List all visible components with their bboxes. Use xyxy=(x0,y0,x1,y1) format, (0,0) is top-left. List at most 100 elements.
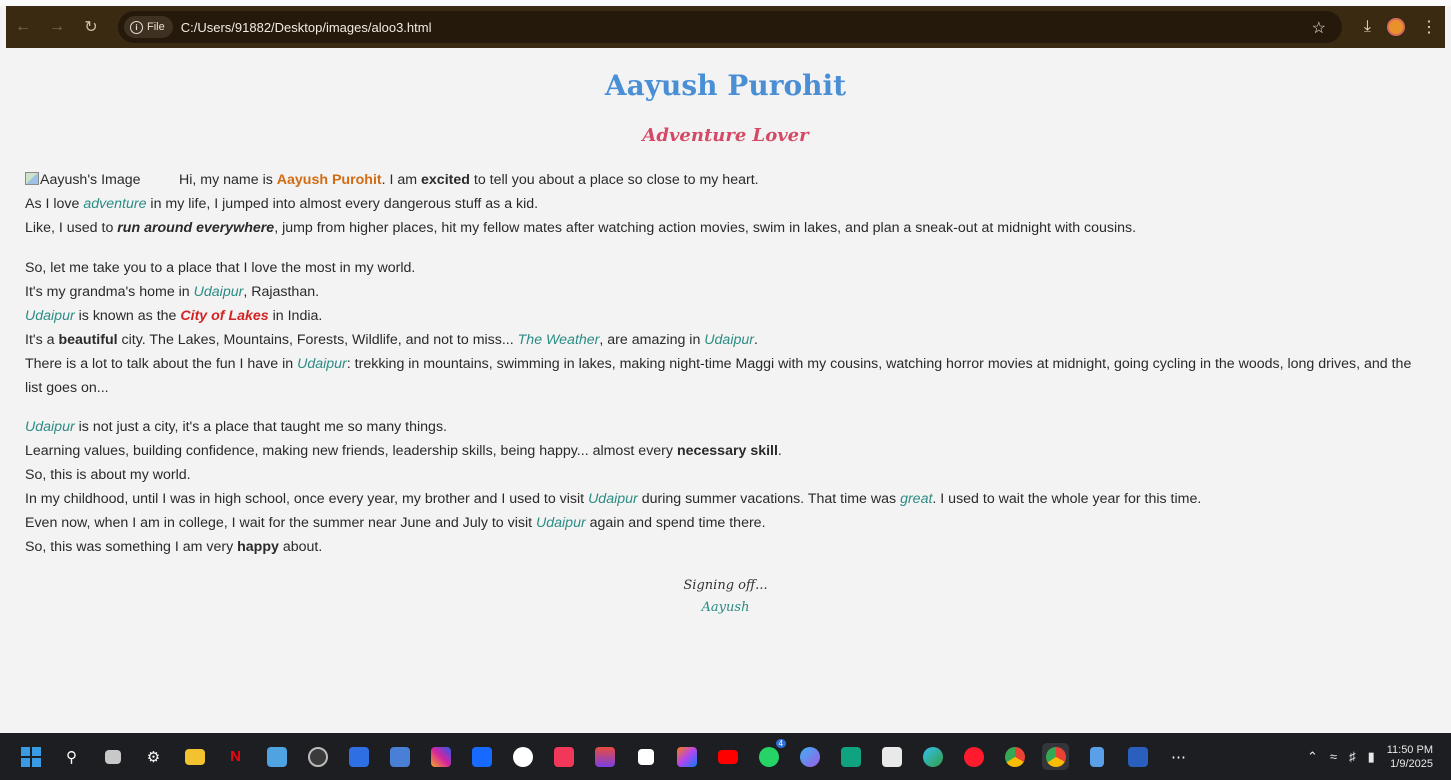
text-span: Even now, when I am in college, I wait f… xyxy=(25,515,536,531)
bold-excited: excited xyxy=(421,172,470,188)
battery-icon[interactable]: ▮ xyxy=(1368,749,1375,765)
text-span: , Rajasthan. xyxy=(243,284,320,300)
text-span: in my life, I jumped into almost every d… xyxy=(146,196,539,212)
system-tray: ⌃ ≈ ♯ ▮ 11:50 PM 1/9/2025 xyxy=(1307,733,1433,780)
page-title: Aayush Purohit xyxy=(604,69,847,102)
text-span: is not just a city, it's a place that ta… xyxy=(74,419,447,435)
udaipur-highlight: Udaipur xyxy=(297,356,347,372)
image-alt-text: Aayush's Image xyxy=(40,172,141,188)
back-icon[interactable]: ← xyxy=(6,6,40,48)
intellij-icon[interactable] xyxy=(673,743,700,770)
chrome-browser-icon[interactable] xyxy=(1001,743,1028,770)
vscode-app-icon[interactable] xyxy=(345,743,372,770)
udaipur-paragraph: So, let me take you to a place that I lo… xyxy=(25,256,1431,400)
broken-image-icon xyxy=(25,172,39,185)
netflix-icon[interactable]: N xyxy=(222,743,249,770)
browser-toolbar: ← → ↻ i File C:/Users/91882/Desktop/imag… xyxy=(6,6,1445,48)
weather-highlight: The Weather xyxy=(517,332,600,348)
download-icon[interactable]: ⤓ xyxy=(1364,18,1371,36)
start-windows-icon[interactable] xyxy=(17,743,44,770)
udaipur-highlight: Udaipur xyxy=(193,284,244,300)
text-span: . I used to wait the whole year for this… xyxy=(932,491,1202,507)
whatsapp-badge: 4 xyxy=(775,739,786,748)
obs-app-icon[interactable] xyxy=(304,743,331,770)
profile-image-broken: Aayush's Image xyxy=(25,168,179,192)
clock[interactable]: 11:50 PM 1/9/2025 xyxy=(1387,743,1433,771)
media-player-icon[interactable] xyxy=(591,743,618,770)
menu-kebab-icon[interactable]: ⋮ xyxy=(1421,17,1437,37)
profile-avatar-icon[interactable] xyxy=(1387,18,1405,36)
text-span: Hi, my name is xyxy=(179,172,277,188)
taskbar-app-icons: ⚲ ⚙ N 4 ⋯ xyxy=(17,739,1192,770)
text-span: So, this was something I am very xyxy=(25,539,238,555)
more-apps-icon[interactable]: ⋯ xyxy=(1165,743,1192,770)
text-span: city. The Lakes, Mountains, Forests, Wil… xyxy=(117,332,518,348)
settings-gear-icon[interactable]: ⚙ xyxy=(140,743,167,770)
youtube-icon[interactable] xyxy=(714,743,741,770)
windows-taskbar: ⚲ ⚙ N 4 ⋯ ⌃ ≈ ♯ ▮ 11:50 PM 1/9/2025 xyxy=(0,733,1451,780)
music-app-icon[interactable] xyxy=(550,743,577,770)
cinema-app-icon[interactable] xyxy=(632,743,659,770)
photos-app-icon[interactable] xyxy=(263,743,290,770)
text-span: It's my grandma's home in xyxy=(25,284,194,300)
intro-paragraph: Aayush's Image Hi, my name is Aayush Puro… xyxy=(25,168,1431,240)
copilot-icon[interactable] xyxy=(796,743,823,770)
page-subtitle: Adventure Lover xyxy=(642,125,809,146)
text-span: So, let me take you to a place that I lo… xyxy=(25,260,416,276)
file-explorer-icon[interactable] xyxy=(181,743,208,770)
clock-date: 1/9/2025 xyxy=(1390,757,1433,770)
notepad-icon[interactable] xyxy=(1083,743,1110,770)
opera-browser-icon[interactable] xyxy=(960,743,987,770)
edge-browser-icon[interactable] xyxy=(919,743,946,770)
wifi-icon[interactable]: ≈ xyxy=(1330,749,1337,764)
udemy-icon[interactable] xyxy=(509,743,536,770)
udaipur-highlight: Udaipur xyxy=(536,515,586,531)
signoff-line: Signing off... xyxy=(683,578,768,593)
volume-muted-icon[interactable]: ♯ xyxy=(1349,749,1356,764)
text-span: As I love xyxy=(25,196,84,212)
forward-icon[interactable]: → xyxy=(40,6,74,48)
toolbar-right-icons: ⤓ ⋮ xyxy=(1364,6,1437,48)
site-info-chip[interactable]: i File xyxy=(124,16,173,38)
url-text[interactable]: C:/Users/91882/Desktop/images/aloo3.html xyxy=(181,20,432,35)
bold-run-around: run around everywhere xyxy=(117,220,275,236)
word-app-icon[interactable] xyxy=(1124,743,1151,770)
chrome-profile-active-icon[interactable] xyxy=(1042,743,1069,770)
instagram-icon[interactable] xyxy=(427,743,454,770)
search-icon[interactable]: ⚲ xyxy=(58,743,85,770)
paint-app-icon[interactable] xyxy=(878,743,905,770)
udaipur-highlight: Udaipur xyxy=(25,419,75,435)
behance-icon[interactable] xyxy=(468,743,495,770)
text-span: to tell you about a place so close to my… xyxy=(469,172,759,188)
info-icon: i xyxy=(130,20,143,34)
text-span: during summer vacations. That time was xyxy=(637,491,901,507)
text-span: It's a xyxy=(25,332,59,348)
italic-adventure: adventure xyxy=(83,196,147,212)
lessons-paragraph: Udaipur is not just a city, it's a place… xyxy=(25,415,1431,559)
calculator-app-icon[interactable] xyxy=(386,743,413,770)
text-span: . I am xyxy=(381,172,422,188)
whatsapp-icon[interactable]: 4 xyxy=(755,739,786,770)
signoff-name: Aayush xyxy=(701,600,750,615)
great-highlight: great xyxy=(900,491,933,507)
bookmark-star-icon[interactable]: ☆ xyxy=(1312,18,1326,38)
page-content: Aayush Purohit Adventure Lover Aayush's … xyxy=(25,49,1431,733)
text-span: In my childhood, until I was in high sch… xyxy=(25,491,589,507)
address-bar[interactable]: i File C:/Users/91882/Desktop/images/alo… xyxy=(118,11,1342,43)
reload-icon[interactable]: ↻ xyxy=(74,6,108,48)
text-span: So, this is about my world. xyxy=(25,467,191,483)
text-span: There is a lot to talk about the fun I h… xyxy=(25,356,298,372)
text-span: is known as the xyxy=(74,308,181,324)
city-of-lakes-highlight: City of Lakes xyxy=(180,308,269,324)
site-chip-label: File xyxy=(147,21,165,33)
text-span: Learning values, building confidence, ma… xyxy=(25,443,677,459)
task-view-icon[interactable] xyxy=(99,743,126,770)
bold-happy: happy xyxy=(237,539,279,555)
udaipur-highlight: Udaipur xyxy=(704,332,754,348)
text-span: in India. xyxy=(268,308,323,324)
text-span: , jump from higher places, hit my fellow… xyxy=(274,220,1137,236)
clock-time: 11:50 PM xyxy=(1386,743,1433,756)
chevron-up-icon[interactable]: ⌃ xyxy=(1307,749,1318,765)
chatgpt-icon[interactable] xyxy=(837,743,864,770)
bold-necessary-skill: necessary skill xyxy=(676,443,778,459)
